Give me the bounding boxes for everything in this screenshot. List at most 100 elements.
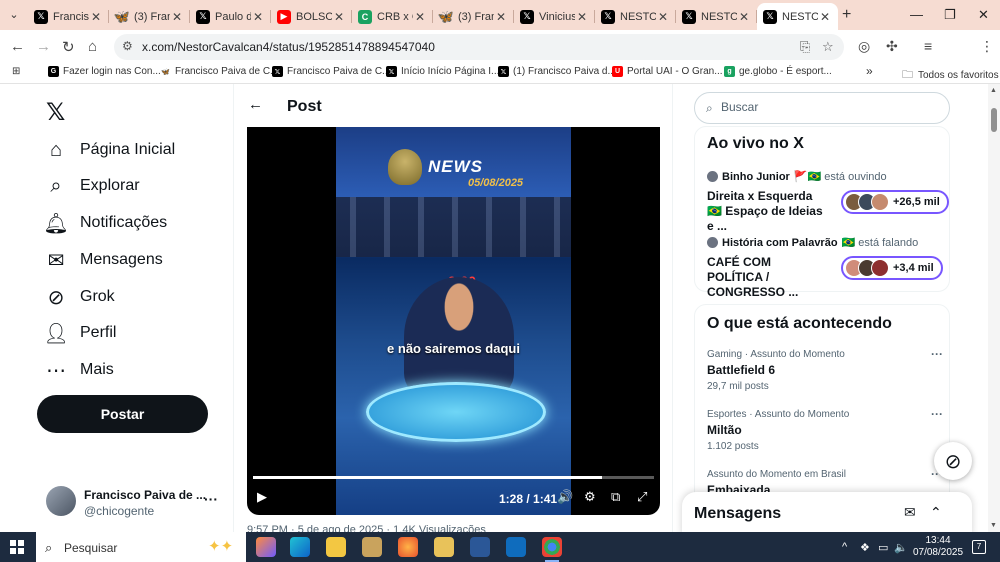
tab-close-icon[interactable]: ✕: [251, 10, 265, 24]
restore-icon[interactable]: ❐: [944, 7, 956, 23]
tab-search-chevron-icon[interactable]: ⌄: [4, 5, 24, 25]
scroll-up-arrow-icon[interactable]: ▲: [990, 87, 997, 94]
minimize-icon[interactable]: —: [910, 7, 923, 22]
tab-close-icon[interactable]: ✕: [818, 10, 832, 24]
forward-arrow-icon[interactable]: →: [36, 38, 51, 55]
bookmark-item[interactable]: G Fazer login nas Con...: [48, 66, 161, 77]
more-dots-icon[interactable]: ···: [931, 407, 943, 421]
word-app-icon[interactable]: [470, 537, 490, 557]
browser-tab[interactable]: 🦋 (3) Fran ✕: [109, 3, 190, 30]
browser-menu-icon[interactable]: ⋮: [980, 38, 994, 55]
nav-item-search[interactable]: ⌕ Explorar: [46, 175, 139, 197]
live-host[interactable]: Binho Junior 🚩🇧🇷 está ouvindo: [707, 170, 887, 183]
nav-item-person[interactable]: 👤︎ Perfil: [43, 323, 116, 345]
search-input[interactable]: [721, 100, 941, 114]
reload-icon[interactable]: ↻: [62, 38, 75, 56]
play-icon[interactable]: ▶: [257, 489, 267, 505]
live-space-title[interactable]: Direita x Esquerda 🇧🇷 Espaço de Ideias e…: [707, 189, 829, 234]
browser-tab[interactable]: 𝕏 Francis ✕: [28, 3, 109, 30]
tab-close-icon[interactable]: ✕: [413, 10, 427, 24]
trend-item[interactable]: Gaming · Assunto do Momento Battlefield 6…: [707, 347, 943, 392]
browser-tab[interactable]: 𝕏 Vinicius ✕: [514, 3, 595, 30]
nav-item-more-circle[interactable]: ⋯ Mais: [46, 360, 114, 382]
bookmarks-overflow-icon[interactable]: »: [866, 64, 873, 78]
close-window-icon[interactable]: ✕: [978, 7, 989, 23]
browser-tab[interactable]: C CRB x C✕: [352, 3, 433, 30]
windows-start-icon[interactable]: [10, 540, 24, 554]
bookmark-item[interactable]: 𝕏 Início Início Página I...: [386, 66, 499, 77]
search-highlight-sparkle-icon[interactable]: ✦✦: [208, 537, 233, 555]
apps-grid-icon[interactable]: ⊞: [12, 66, 20, 77]
tab-close-icon[interactable]: ✕: [494, 10, 508, 24]
notification-center-icon[interactable]: 7: [972, 540, 986, 554]
outlook-app-icon[interactable]: [506, 537, 526, 557]
bookmark-item[interactable]: g ge.globo - É esport...: [724, 66, 832, 77]
nav-item-mail[interactable]: ✉ Mensagens: [46, 250, 163, 272]
tab-close-icon[interactable]: ✕: [332, 10, 346, 24]
nav-item-grok[interactable]: ⊘ Grok: [46, 287, 115, 309]
display-icon[interactable]: ▭: [878, 541, 888, 554]
chrome-app-icon[interactable]: [542, 537, 562, 562]
install-app-icon[interactable]: ⎘: [800, 39, 810, 55]
settings-gear-icon[interactable]: ⚙: [584, 489, 596, 505]
live-listeners-pill[interactable]: +3,4 mil: [841, 256, 943, 280]
taskbar-search[interactable]: ⌕ Pesquisar ✦✦: [36, 532, 246, 562]
media-controls-icon[interactable]: ≡: [924, 38, 932, 54]
back-arrow-icon[interactable]: ←: [248, 96, 263, 113]
chevron-up-icon[interactable]: ⌃: [930, 504, 942, 521]
video-player[interactable]: NEWS 05/08/2025 0:00 e não sairemos daqu…: [247, 127, 660, 515]
video-frame[interactable]: NEWS 05/08/2025 0:00 e não sairemos daqu…: [336, 127, 571, 515]
video-progress-bar[interactable]: [253, 476, 654, 479]
live-listeners-pill[interactable]: +26,5 mil: [841, 190, 949, 214]
edge-app-icon[interactable]: [290, 537, 310, 557]
bookmark-item[interactable]: U Portal UAI - O Gran...: [612, 66, 723, 77]
address-bar[interactable]: ⚙ x.com/NestorCavalcan4/status/195285147…: [114, 34, 844, 60]
trend-item[interactable]: Esportes · Assunto do Momento Miltão 1.102…: [707, 407, 943, 452]
browser-tab[interactable]: ▶ BOLSOI✕: [271, 3, 352, 30]
live-space-title[interactable]: CAFÉ COM POLÍTICA / CONGRESSO ...: [707, 255, 829, 300]
home-browser-icon[interactable]: ⌂: [88, 38, 97, 55]
tab-close-icon[interactable]: ✕: [170, 10, 184, 24]
copilot-app-icon[interactable]: [256, 537, 276, 557]
page-scrollbar[interactable]: ▲ ▼: [988, 84, 1000, 532]
post-button[interactable]: Postar: [37, 395, 208, 433]
grok-fab-button[interactable]: ⊘: [934, 442, 972, 480]
browser-tab[interactable]: 𝕏 NESTO ✕: [757, 3, 838, 30]
nav-item-bell[interactable]: 🔔︎ Notificações: [43, 213, 167, 235]
extension-shield-icon[interactable]: ◎: [858, 38, 870, 55]
scrollbar-thumb[interactable]: [991, 108, 997, 132]
picture-in-picture-icon[interactable]: ⧉: [611, 489, 620, 505]
nav-item-home[interactable]: ⌂ Página Inicial: [46, 139, 175, 161]
taskbar-clock[interactable]: 13:44 07/08/2025: [912, 535, 964, 559]
browser-tab[interactable]: 𝕏 NESTOI✕: [676, 3, 757, 30]
extensions-puzzle-icon[interactable]: ✣: [886, 38, 898, 55]
more-dots-icon[interactable]: ···: [204, 491, 218, 507]
folder-app-icon[interactable]: [434, 537, 454, 557]
account-switcher[interactable]: Francisco Paiva de ... @chicogente ···: [46, 486, 226, 520]
browser-tab[interactable]: 𝕏 NESTOI✕: [595, 3, 676, 30]
fullscreen-icon[interactable]: ⤢: [637, 489, 647, 505]
more-dots-icon[interactable]: ···: [931, 347, 943, 361]
tab-close-icon[interactable]: ✕: [656, 10, 670, 24]
messages-drawer[interactable]: Mensagens ✉ ⌃: [682, 492, 972, 532]
back-arrow-icon[interactable]: ←: [10, 38, 25, 55]
bookmark-item[interactable]: 🦋 Francisco Paiva de C...: [160, 66, 278, 77]
bookmark-item[interactable]: 𝕏 (1) Francisco Paiva d...: [498, 66, 616, 77]
site-info-icon[interactable]: ⚙: [122, 39, 133, 53]
new-message-icon[interactable]: ✉: [904, 504, 916, 521]
volume-tray-icon[interactable]: 🔈: [894, 541, 908, 554]
search-box[interactable]: ⌕: [694, 92, 950, 124]
bookmark-item[interactable]: 𝕏 Francisco Paiva de C...: [272, 66, 390, 77]
volume-icon[interactable]: 🔊: [557, 489, 573, 505]
all-favorites[interactable]: 🗀 Todos os favoritos: [902, 66, 999, 85]
bookmark-star-icon[interactable]: ☆: [822, 39, 834, 55]
new-tab-plus-icon[interactable]: +: [842, 6, 851, 24]
tab-close-icon[interactable]: ✕: [575, 10, 589, 24]
media-player-icon[interactable]: [362, 537, 382, 557]
browser-tab[interactable]: 🦋 (3) Fran ✕: [433, 3, 514, 30]
live-host[interactable]: História com Palavrão 🇧🇷 está falando: [707, 236, 918, 249]
tab-close-icon[interactable]: ✕: [89, 10, 103, 24]
browser-tab[interactable]: 𝕏 Paulo d ✕: [190, 3, 271, 30]
file-explorer-icon[interactable]: [326, 537, 346, 557]
x-logo-icon[interactable]: 𝕏: [46, 98, 65, 127]
